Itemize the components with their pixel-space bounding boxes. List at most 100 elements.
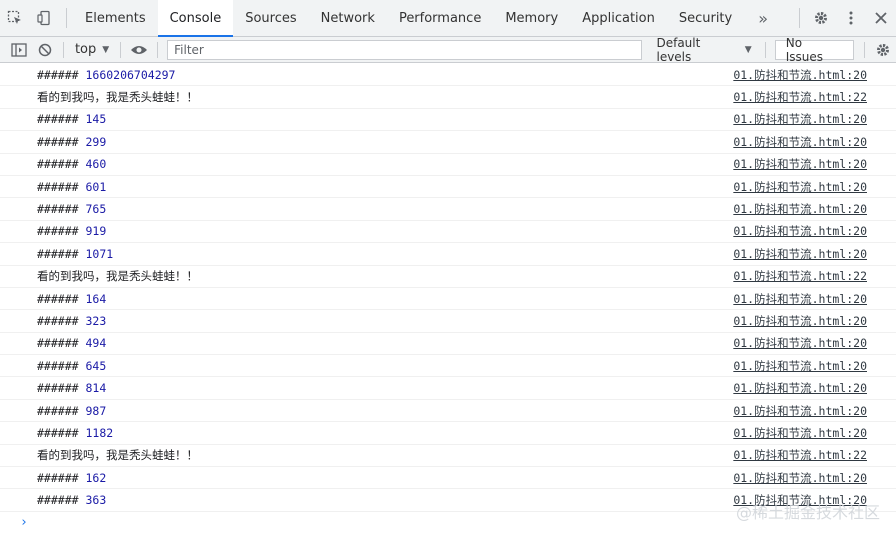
message-prefix: ###### (37, 381, 86, 396)
toolbar-divider (66, 8, 67, 28)
message-prefix: ###### (37, 403, 86, 418)
message-text: ###### 162 (37, 471, 106, 485)
console-message-row: ###### 1182 01.防抖和节流.html:20 (0, 422, 896, 445)
toolbar-divider (120, 41, 122, 58)
log-levels-dropdown[interactable]: Default levels ▼ (648, 36, 759, 64)
message-prefix: ###### (37, 291, 86, 306)
message-prefix: ###### (37, 493, 86, 508)
console-message-row: ###### 919 01.防抖和节流.html:20 (0, 221, 896, 244)
message-text: ###### 645 (37, 359, 106, 373)
tab-application[interactable]: Application (570, 0, 667, 36)
show-sidebar-icon[interactable] (6, 37, 32, 63)
tab-console[interactable]: Console (157, 0, 234, 37)
message-number: 814 (85, 381, 107, 396)
source-link[interactable]: 01.防抖和节流.html:20 (733, 201, 867, 217)
devtools-tab-bar: Elements Console Sources Network Performance… (0, 0, 896, 37)
more-tabs-icon[interactable]: » (744, 0, 782, 36)
source-link[interactable]: 01.防抖和节流.html:20 (733, 156, 867, 172)
message-text: ###### 494 (37, 336, 106, 350)
message-number: 645 (85, 358, 107, 373)
console-message-row: ###### 299 01.防抖和节流.html:20 (0, 131, 896, 154)
message-number: 1660206704297 (85, 67, 176, 82)
context-selector[interactable]: top ▼ (69, 42, 115, 57)
source-link[interactable]: 01.防抖和节流.html:20 (733, 291, 867, 307)
message-prefix: ###### (37, 313, 86, 328)
message-text: 看的到我吗，我是秃头蛙蛙！！ (37, 268, 198, 284)
tab-network[interactable]: Network (309, 0, 387, 36)
source-link[interactable]: 01.防抖和节流.html:20 (733, 246, 867, 262)
source-link[interactable]: 01.防抖和节流.html:22 (733, 89, 867, 105)
tab-elements[interactable]: Elements (73, 0, 158, 36)
inspect-element-icon[interactable] (0, 0, 30, 36)
message-text: ###### 460 (37, 157, 106, 171)
live-expression-eye-icon[interactable] (126, 37, 152, 63)
message-prefix: ###### (37, 202, 86, 217)
tab-sources[interactable]: Sources (233, 0, 308, 36)
message-text: ###### 987 (37, 404, 106, 418)
console-message-row: ###### 601 01.防抖和节流.html:20 (0, 176, 896, 199)
source-link[interactable]: 01.防抖和节流.html:20 (733, 313, 867, 329)
toolbar-divider (799, 8, 800, 28)
tab-memory[interactable]: Memory (493, 0, 570, 36)
toolbar-divider (62, 41, 64, 58)
message-prefix: ###### (37, 112, 86, 127)
clear-console-icon[interactable] (32, 37, 58, 63)
log-levels-label: Default levels (656, 35, 701, 64)
message-number: 162 (85, 470, 107, 485)
source-link[interactable]: 01.防抖和节流.html:20 (733, 111, 867, 127)
message-text: 看的到我吗，我是秃头蛙蛙！！ (37, 89, 198, 105)
message-number: 164 (85, 291, 107, 306)
message-prefix: ###### (37, 470, 86, 485)
console-message-row: ###### 145 01.防抖和节流.html:20 (0, 109, 896, 132)
source-link[interactable]: 01.防抖和节流.html:20 (733, 358, 867, 374)
source-link[interactable]: 01.防抖和节流.html:20 (733, 470, 867, 486)
message-number: 1182 (85, 425, 114, 440)
console-message-row: ###### 765 01.防抖和节流.html:20 (0, 198, 896, 221)
close-icon[interactable] (866, 0, 896, 36)
message-number: 299 (85, 134, 107, 149)
source-link[interactable]: 01.防抖和节流.html:22 (733, 447, 867, 463)
message-number: 323 (85, 313, 107, 328)
source-link[interactable]: 01.防抖和节流.html:20 (733, 380, 867, 396)
message-string: 看的到我吗，我是秃头蛙蛙！！ (37, 90, 198, 105)
issues-button[interactable]: No Issues (774, 36, 855, 64)
source-link[interactable]: 01.防抖和节流.html:20 (733, 67, 867, 83)
console-settings-gear-icon[interactable] (870, 37, 896, 63)
message-text: ###### 601 (37, 180, 106, 194)
message-text: ###### 919 (37, 224, 106, 238)
source-link[interactable]: 01.防抖和节流.html:20 (733, 425, 867, 441)
message-number: 1071 (85, 246, 114, 261)
console-message-row: ###### 814 01.防抖和节流.html:20 (0, 377, 896, 400)
source-link[interactable]: 01.防抖和节流.html:22 (733, 268, 867, 284)
toolbar-divider (764, 41, 766, 58)
message-prefix: ###### (37, 224, 86, 239)
message-text: ###### 299 (37, 135, 106, 149)
source-link[interactable]: 01.防抖和节流.html:20 (733, 335, 867, 351)
console-message-row: ###### 494 01.防抖和节流.html:20 (0, 333, 896, 356)
message-prefix: ###### (37, 336, 86, 351)
message-number: 460 (85, 157, 107, 172)
console-message-row: ###### 1660206704297 01.防抖和节流.html:20 (0, 64, 896, 87)
source-link[interactable]: 01.防抖和节流.html:20 (733, 134, 867, 150)
message-text: ###### 363 (37, 493, 106, 507)
console-messages: ###### 1660206704297 01.防抖和节流.html:20 看的到我… (0, 64, 896, 541)
settings-gear-icon[interactable] (806, 0, 836, 36)
message-number: 919 (85, 224, 107, 239)
console-message-row: ###### 162 01.防抖和节流.html:20 (0, 467, 896, 490)
console-message-row: 看的到我吗，我是秃头蛙蛙！！ 01.防抖和节流.html:22 (0, 86, 896, 109)
message-number: 765 (85, 202, 107, 217)
source-link[interactable]: 01.防抖和节流.html:20 (733, 403, 867, 419)
message-text: ###### 323 (37, 314, 106, 328)
message-prefix: ###### (37, 246, 86, 261)
tab-performance[interactable]: Performance (387, 0, 493, 36)
console-message-row: ###### 460 01.防抖和节流.html:20 (0, 154, 896, 176)
filter-input[interactable] (167, 39, 643, 60)
message-string: 看的到我吗，我是秃头蛙蛙！！ (37, 269, 198, 284)
source-link[interactable]: 01.防抖和节流.html:20 (733, 223, 867, 239)
console-toolbar: top ▼ Default levels ▼ No Issues (0, 36, 896, 64)
source-link[interactable]: 01.防抖和节流.html:20 (733, 179, 867, 195)
device-toolbar-icon[interactable] (30, 0, 60, 36)
more-options-icon[interactable] (836, 0, 866, 36)
message-text: ###### 145 (37, 112, 106, 126)
tab-security[interactable]: Security (667, 0, 744, 36)
